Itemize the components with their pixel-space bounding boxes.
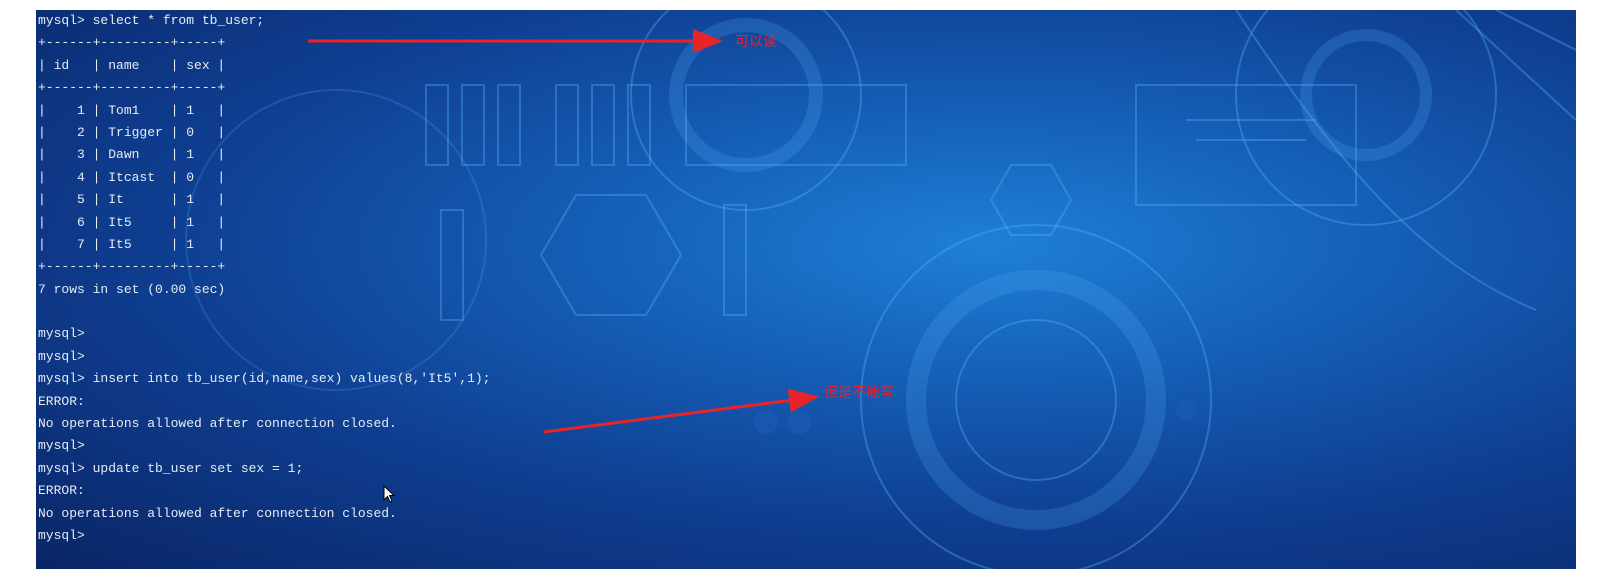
annotation-read-label: 可以读 [735, 34, 777, 50]
annotation-arrow-write [543, 388, 819, 434]
terminal-window[interactable]: mysql> select * from tb_user; +------+--… [36, 10, 1576, 569]
annotation-overlay [308, 29, 819, 503]
mouse-pointer-icon [383, 484, 396, 503]
annotation-write-label: 但是不能写 [824, 385, 894, 401]
